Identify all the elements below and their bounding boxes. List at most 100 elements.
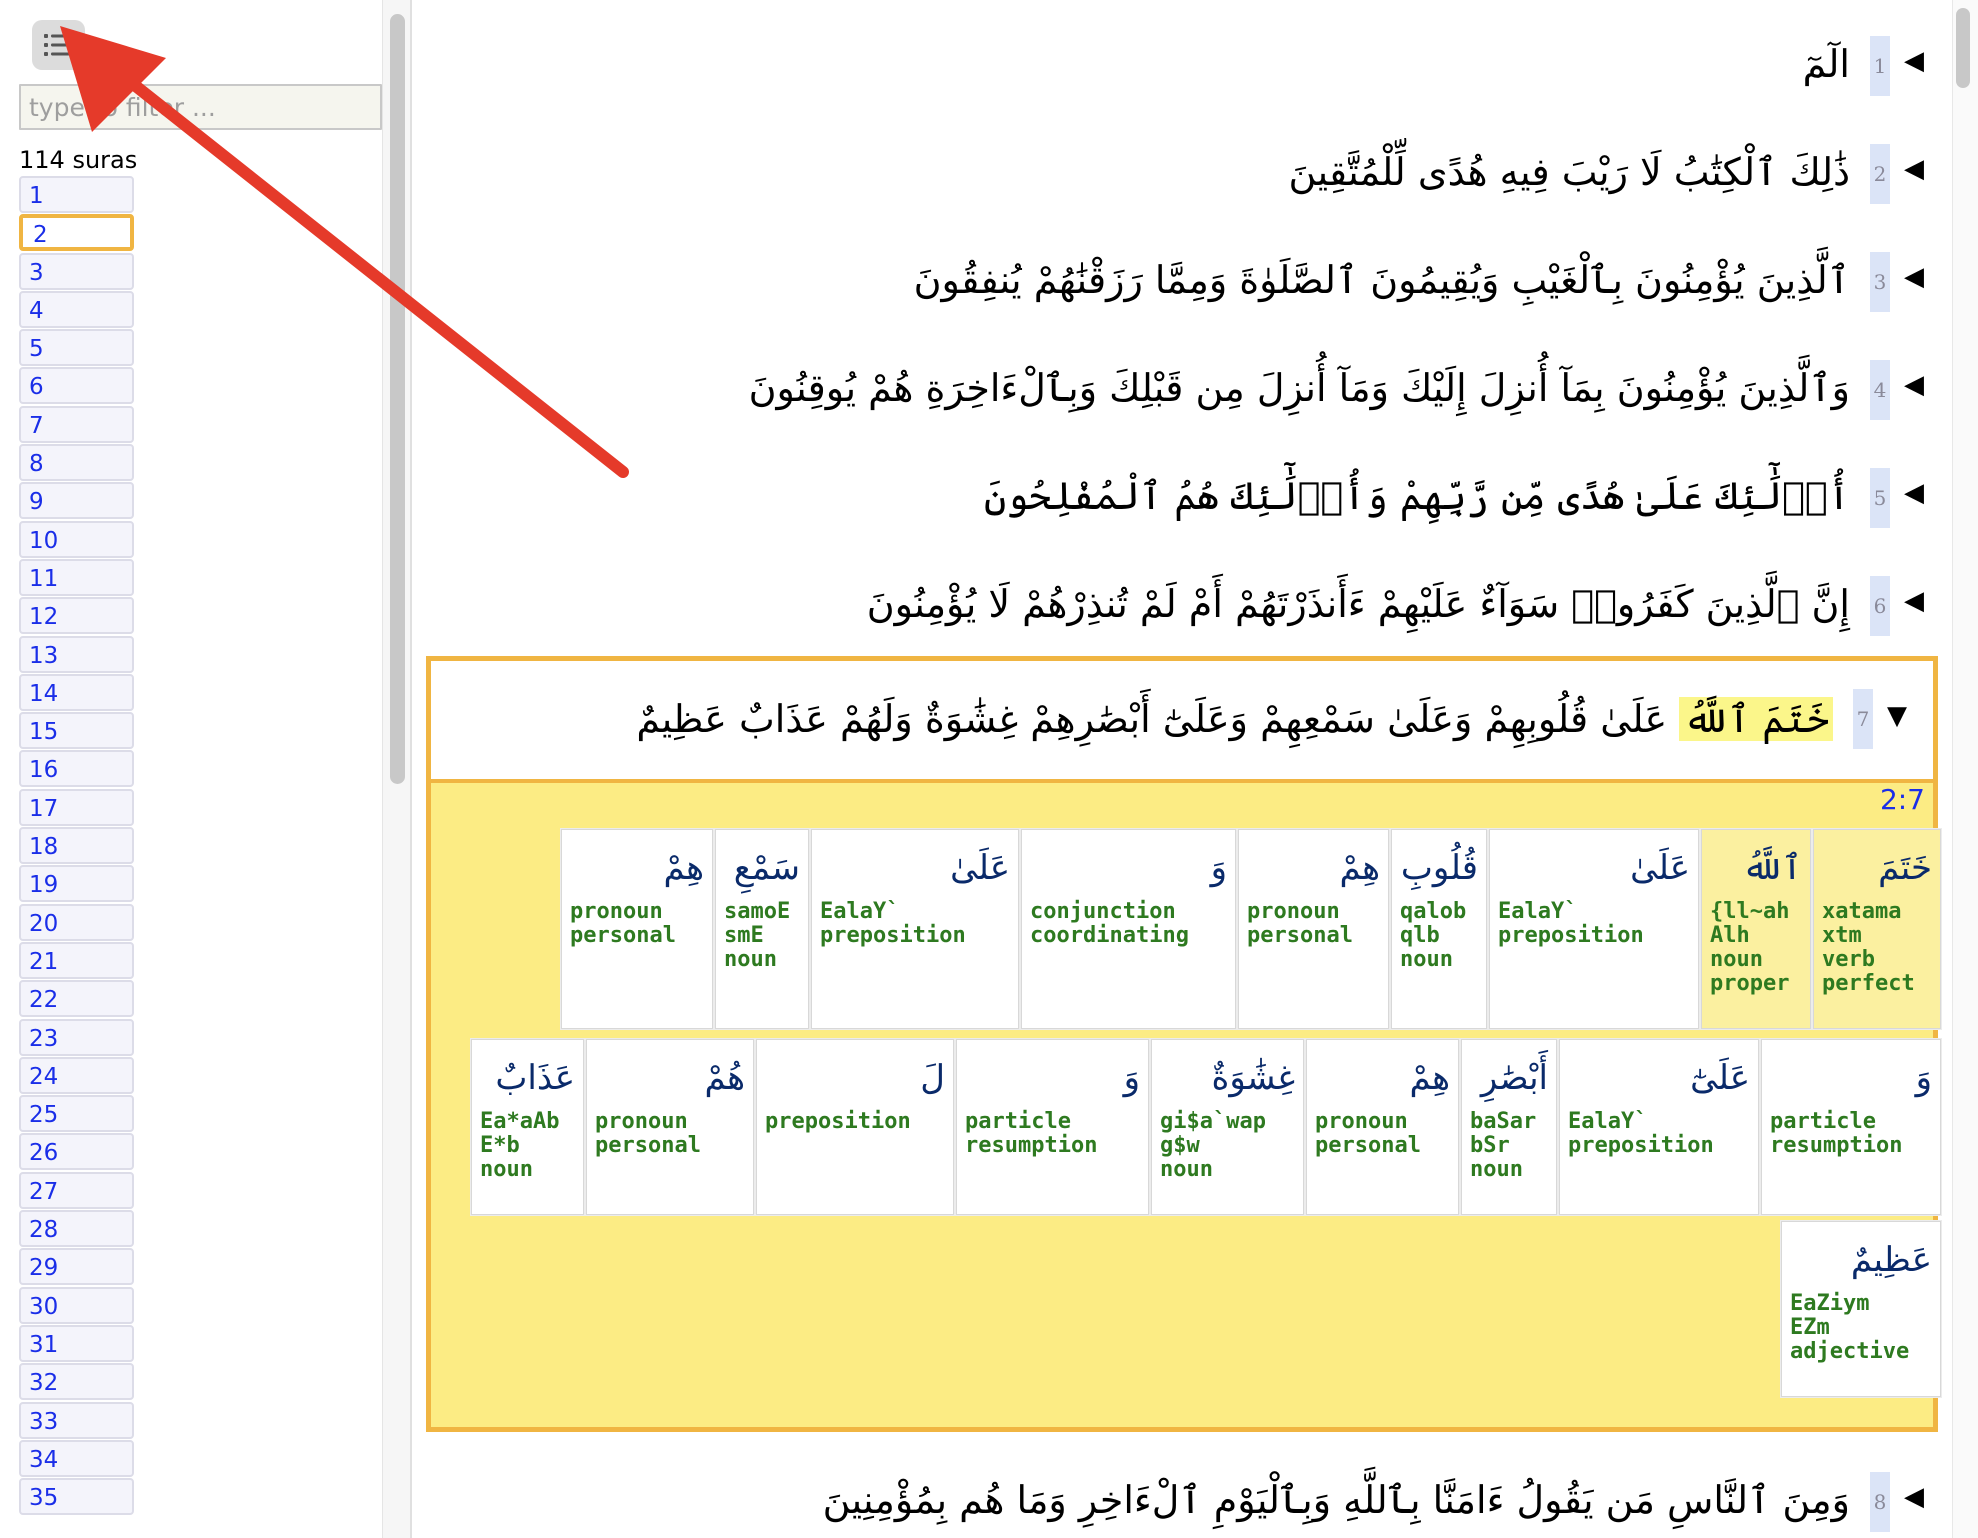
word-arabic: عَلَىٰٓ	[1690, 1058, 1750, 1098]
word-card[interactable]: لَ preposition	[756, 1039, 954, 1215]
triangle-left-icon[interactable]: ◀	[1904, 478, 1924, 508]
word-morphology: pronoun personal	[1315, 1109, 1421, 1158]
verse-reference[interactable]: 2:7	[1880, 783, 1925, 816]
word-card[interactable]: وَ particle resumption	[956, 1039, 1149, 1215]
word-morphology: baSar bSr noun	[1470, 1109, 1537, 1182]
triangle-left-icon[interactable]: ◀	[1904, 1482, 1924, 1512]
word-morphology: Ea*aAb E*b noun	[480, 1109, 560, 1182]
word-card[interactable]: هِمْ pronoun personal	[561, 829, 713, 1029]
word-card[interactable]: خَتَمَ xatama xtm verb perfect	[1813, 829, 1941, 1029]
verse-2-row[interactable]: ذَٰلِكَ ٱلْكِتَٰبُ لَا رَيْبَ فِيهِ هُدً…	[412, 128, 1950, 228]
word-morphology: pronoun personal	[595, 1109, 701, 1158]
verse-3-row[interactable]: ٱلَّذِينَ يُؤْمِنُونَ بِٱلْغَيْبِ وَيُقِ…	[412, 236, 1950, 336]
sura-link-3[interactable]: 3	[19, 252, 134, 290]
word-card[interactable]: وَ particle resumption	[1761, 1039, 1941, 1215]
sura-link-11[interactable]: 11	[19, 558, 134, 596]
sura-link-6[interactable]: 6	[19, 367, 134, 405]
word-arabic: هُمْ	[704, 1058, 745, 1098]
verse-7-row[interactable]: خَتَمَ ٱللَّهُ عَلَىٰ قُلُوبِهِمْ وَعَلَ…	[431, 661, 1933, 783]
word-card[interactable]: غِشَٰوَةٌ gi$a`wap g$w noun	[1151, 1039, 1304, 1215]
sura-list: 1 2 3 4 5 6 7 8 9 10 11 12 13 14 15 16 17 18 19 20 21 22 23 24 2…	[19, 176, 134, 1516]
word-card[interactable]: أَبْصَٰرِ baSar bSr noun	[1461, 1039, 1557, 1215]
sura-link-12[interactable]: 12	[19, 597, 134, 635]
verse-1-row[interactable]: الٓمٓ 1 ◀	[412, 20, 1950, 120]
verse-5-row[interactable]: أُو۟لَٰٓئِكَ عَلَىٰ هُدًى مِّن رَّبِّهِم…	[412, 452, 1950, 552]
verse-4-row[interactable]: وَٱلَّذِينَ يُؤْمِنُونَ بِمَآ أُنزِلَ إِ…	[412, 344, 1950, 444]
sura-link-21[interactable]: 21	[19, 941, 134, 979]
sura-link-22[interactable]: 22	[19, 980, 134, 1018]
word-card[interactable]: هِمْ pronoun personal	[1306, 1039, 1459, 1215]
word-arabic: هِمْ	[1409, 1058, 1450, 1098]
triangle-left-icon[interactable]: ◀	[1904, 586, 1924, 616]
word-arabic: لَ	[920, 1058, 945, 1098]
list-icon	[43, 34, 74, 56]
word-card[interactable]: عَلَىٰ EalaY` preposition	[811, 829, 1019, 1029]
word-arabic: هِمْ	[1339, 848, 1380, 888]
triangle-down-icon[interactable]: ▼	[1887, 701, 1907, 731]
word-morphology: EalaY` preposition	[1498, 899, 1644, 948]
word-card[interactable]: عَذَابٌ Ea*aAb E*b noun	[471, 1039, 584, 1215]
triangle-left-icon[interactable]: ◀	[1904, 154, 1924, 184]
sura-link-19[interactable]: 19	[19, 865, 134, 903]
main-scrollbar[interactable]	[1952, 0, 1978, 1538]
word-arabic: عَظِيمٌ	[1850, 1240, 1932, 1280]
main-scrollbar-thumb[interactable]	[1956, 8, 1970, 88]
word-arabic: وَ	[1915, 1058, 1932, 1098]
word-card[interactable]: سَمْعِ samoE smE noun	[715, 829, 809, 1029]
sura-link-28[interactable]: 28	[19, 1210, 134, 1248]
verse-6-row[interactable]: إِنَّ ٱلَّذِينَ كَفَرُوا۟ سَوَآءٌ عَلَيْ…	[412, 560, 1950, 660]
sura-filter-input[interactable]	[19, 84, 382, 130]
sura-link-34[interactable]: 34	[19, 1439, 134, 1477]
sura-link-23[interactable]: 23	[19, 1018, 134, 1056]
sura-link-25[interactable]: 25	[19, 1095, 134, 1133]
verse-7-highlight[interactable]: خَتَمَ ٱللَّهُ	[1679, 697, 1833, 741]
sura-link-5[interactable]: 5	[19, 329, 134, 367]
word-card[interactable]: قُلُوبِ qalob qlb noun	[1391, 829, 1487, 1029]
sura-link-35[interactable]: 35	[19, 1478, 134, 1516]
sura-link-27[interactable]: 27	[19, 1171, 134, 1209]
verse-number: 2	[1870, 144, 1890, 204]
triangle-left-icon[interactable]: ◀	[1904, 370, 1924, 400]
sura-link-15[interactable]: 15	[19, 712, 134, 750]
word-card[interactable]: ٱللَّهُ {ll~ah Alh noun proper	[1701, 829, 1811, 1029]
word-card[interactable]: وَ conjunction coordinating	[1021, 829, 1236, 1029]
verse-2-text: ذَٰلِكَ ٱلْكِتَٰبُ لَا رَيْبَ فِيهِ هُدً…	[1288, 150, 1850, 194]
verse-8-row[interactable]: وَمِنَ ٱلنَّاسِ مَن يَقُولُ ءَامَنَّا بِ…	[412, 1456, 1950, 1538]
triangle-left-icon[interactable]: ◀	[1904, 46, 1924, 76]
word-arabic: أَبْصَٰرِ	[1480, 1058, 1548, 1098]
sura-link-20[interactable]: 20	[19, 903, 134, 941]
sura-link-14[interactable]: 14	[19, 673, 134, 711]
word-morphology: gi$a`wap g$w noun	[1160, 1109, 1266, 1182]
sura-link-32[interactable]: 32	[19, 1363, 134, 1401]
word-card[interactable]: عَلَىٰٓ EalaY` preposition	[1559, 1039, 1759, 1215]
word-card[interactable]: هُمْ pronoun personal	[586, 1039, 754, 1215]
word-morphology: particle resumption	[1770, 1109, 1903, 1158]
sura-link-16[interactable]: 16	[19, 750, 134, 788]
sura-link-2[interactable]: 2	[19, 214, 134, 252]
sura-link-17[interactable]: 17	[19, 788, 134, 826]
sura-link-8[interactable]: 8	[19, 444, 134, 482]
sura-link-26[interactable]: 26	[19, 1133, 134, 1171]
sura-link-4[interactable]: 4	[19, 290, 134, 328]
sura-link-9[interactable]: 9	[19, 482, 134, 520]
verse-6-text: إِنَّ ٱلَّذِينَ كَفَرُوا۟ سَوَآءٌ عَلَيْ…	[866, 582, 1850, 626]
word-card[interactable]: هِمْ pronoun personal	[1238, 829, 1389, 1029]
sura-link-29[interactable]: 29	[19, 1248, 134, 1286]
verse-7-expanded: خَتَمَ ٱللَّهُ عَلَىٰ قُلُوبِهِمْ وَعَلَ…	[426, 656, 1941, 1432]
sura-link-7[interactable]: 7	[19, 405, 134, 443]
word-card[interactable]: عَلَىٰ EalaY` preposition	[1489, 829, 1699, 1029]
sura-link-18[interactable]: 18	[19, 827, 134, 865]
menu-button[interactable]	[32, 20, 85, 70]
verse-number: 5	[1870, 468, 1890, 528]
sura-link-33[interactable]: 33	[19, 1401, 134, 1439]
sura-link-30[interactable]: 30	[19, 1286, 134, 1324]
word-card[interactable]: عَظِيمٌ EaZiym EZm adjective	[1781, 1221, 1941, 1397]
sidebar-scrollbar-thumb[interactable]	[390, 14, 405, 784]
sura-link-13[interactable]: 13	[19, 635, 134, 673]
word-arabic: ٱللَّهُ	[1742, 848, 1802, 888]
sura-link-24[interactable]: 24	[19, 1056, 134, 1094]
triangle-left-icon[interactable]: ◀	[1904, 262, 1924, 292]
sura-link-1[interactable]: 1	[19, 176, 134, 213]
sura-link-31[interactable]: 31	[19, 1324, 134, 1362]
sura-link-10[interactable]: 10	[19, 520, 134, 558]
